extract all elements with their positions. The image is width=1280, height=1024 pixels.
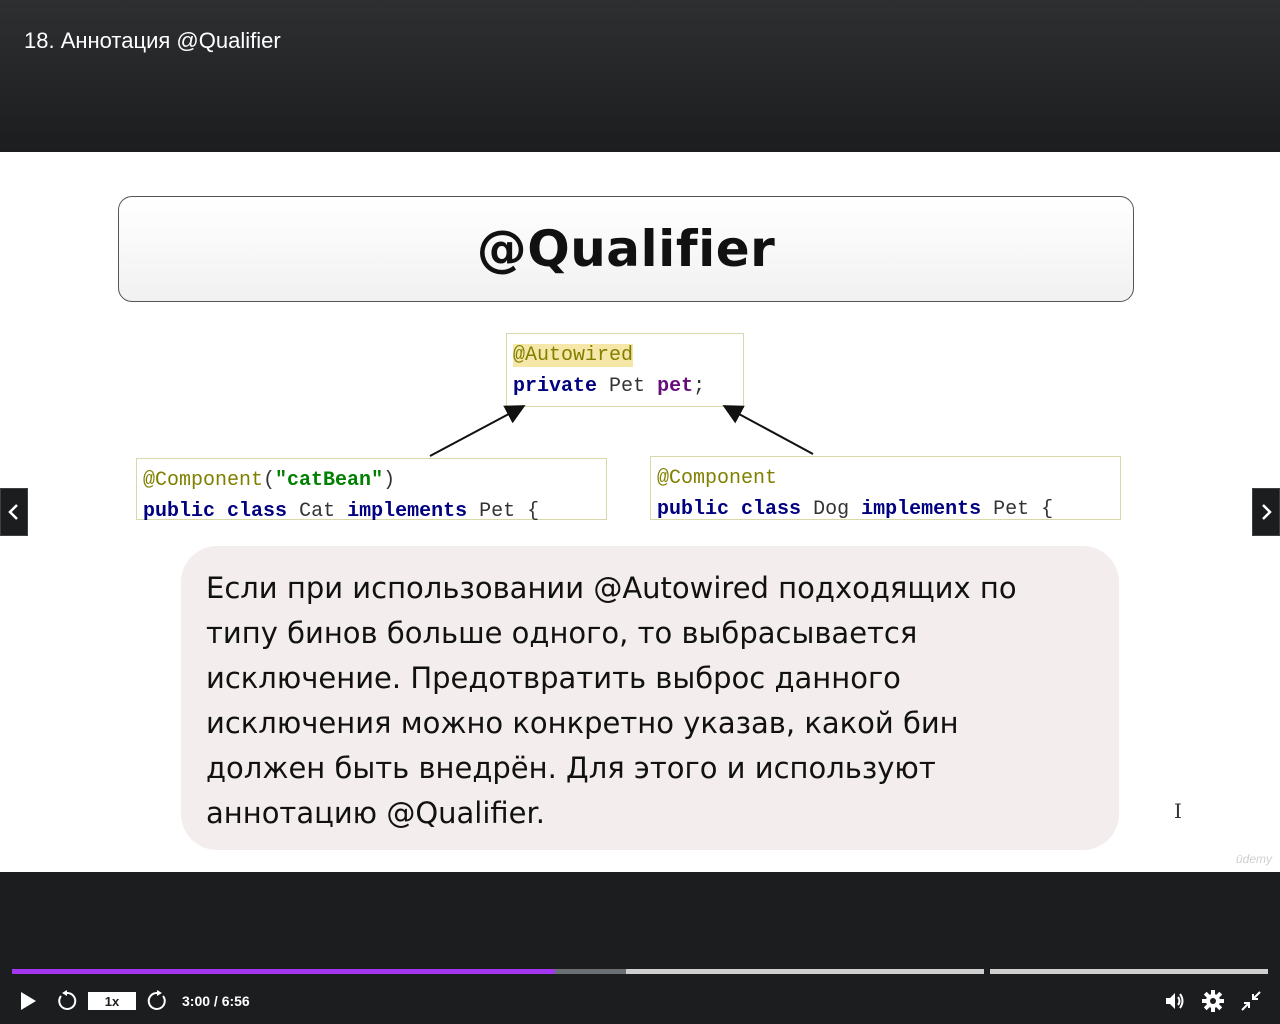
description-box: Если при использовании @Autowired подход… [181, 546, 1119, 850]
autowired-field-code: @Autowired private Pet pet; [506, 333, 744, 407]
forward-5-icon [147, 990, 166, 1010]
volume-button[interactable] [1164, 988, 1186, 1014]
video-title: 18. Аннотация @Qualifier [24, 28, 281, 53]
description-line: аннотацию @Qualifier. [206, 796, 545, 830]
description-line: исключение. Предотвратить выброс данного [206, 661, 901, 695]
progress-bar[interactable] [12, 969, 1268, 974]
description-line: должен быть внедрён. Для этого и использ… [206, 751, 936, 785]
dog-class-code: @Component public class Dog implements P… [650, 456, 1121, 521]
arrow-cat-to-field [429, 405, 526, 457]
udemy-watermark: ūdemy [1235, 852, 1272, 866]
play-button[interactable] [18, 988, 38, 1014]
slide-title-box: @Qualifier [118, 196, 1134, 302]
exit-fullscreen-icon [1241, 991, 1261, 1011]
rewind-5-icon [58, 990, 77, 1010]
progress-played [12, 969, 555, 974]
progress-track [990, 969, 1268, 974]
description-line: исключения можно конкретно указав, какой… [206, 706, 959, 740]
text-cursor-icon: I [1174, 799, 1182, 823]
chevron-left-icon [8, 504, 18, 520]
playback-speed-button[interactable]: 1x [88, 992, 136, 1010]
play-icon [21, 992, 36, 1010]
cat-class-code: @Component("catBean") public class Cat i… [136, 458, 607, 523]
next-lecture-button[interactable] [1252, 488, 1280, 536]
video-header: 18. Аннотация @Qualifier [0, 0, 1280, 152]
description-line: типу бинов больше одного, то выбрасывает… [206, 616, 918, 650]
chevron-right-icon [1262, 504, 1272, 520]
lecture-slide[interactable]: @Qualifier @Autowired private Pet pet; @… [0, 152, 1280, 872]
exit-fullscreen-button[interactable] [1240, 988, 1262, 1014]
arrow-dog-to-field [722, 405, 814, 455]
settings-button[interactable] [1202, 988, 1224, 1014]
slide-title: @Qualifier [476, 220, 776, 278]
volume-icon [1166, 993, 1184, 1009]
previous-lecture-button[interactable] [0, 488, 28, 536]
description-line: Если при использовании @Autowired подход… [206, 571, 1017, 605]
rewind-button[interactable] [56, 988, 78, 1014]
gear-icon [1202, 990, 1224, 1012]
time-display: 3:00 / 6:56 [182, 993, 250, 1009]
forward-button[interactable] [146, 988, 168, 1014]
